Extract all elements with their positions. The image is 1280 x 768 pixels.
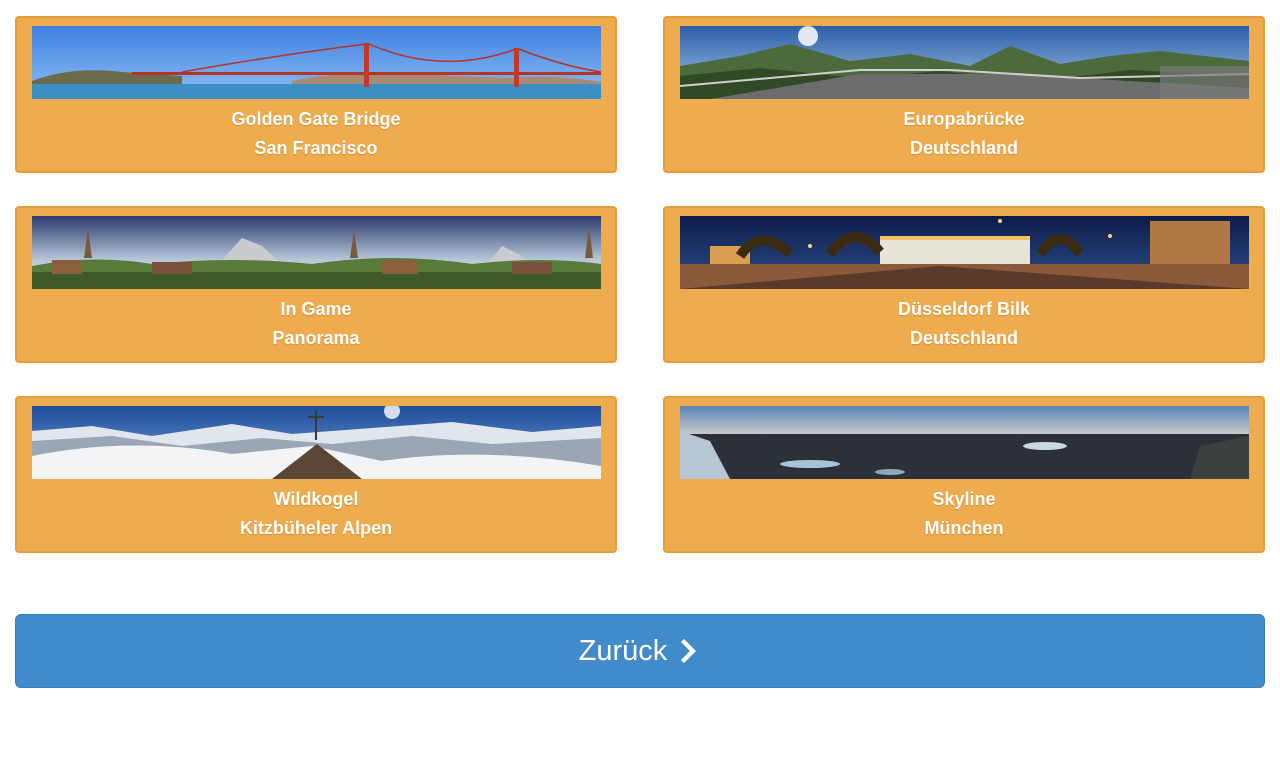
panorama-title: Europabrücke <box>903 109 1025 129</box>
panorama-thumbnail-in-game <box>32 216 601 289</box>
panorama-title: Skyline <box>932 489 996 509</box>
back-button[interactable]: Zurück <box>15 614 1265 688</box>
panorama-thumbnail-wildkogel <box>32 406 601 479</box>
panorama-subtitle: Deutschland <box>909 328 1019 348</box>
panorama-title: Düsseldorf Bilk <box>897 299 1031 319</box>
panorama-title: In Game <box>280 299 352 319</box>
panorama-thumbnail-skyline-muenchen <box>680 406 1249 479</box>
panorama-grid: Golden Gate Bridge San Francisco Europab… <box>15 16 1265 553</box>
panorama-card-duesseldorf-bilk[interactable]: Düsseldorf Bilk Deutschland <box>663 206 1265 363</box>
page: Golden Gate Bridge San Francisco Europab… <box>0 0 1280 768</box>
panorama-card-europabruecke[interactable]: Europabrücke Deutschland <box>663 16 1265 173</box>
panorama-subtitle: Kitzbüheler Alpen <box>239 518 393 538</box>
panorama-card-skyline-muenchen[interactable]: Skyline München <box>663 396 1265 553</box>
panorama-subtitle: San Francisco <box>254 138 378 158</box>
panorama-thumbnail-duesseldorf-bilk <box>680 216 1249 289</box>
panorama-card-in-game[interactable]: In Game Panorama <box>15 206 617 363</box>
panorama-thumbnail-golden-gate <box>32 26 601 99</box>
chevron-right-icon <box>679 636 701 666</box>
panorama-thumbnail-europabruecke <box>680 26 1249 99</box>
panorama-title: Golden Gate Bridge <box>231 109 401 129</box>
panorama-card-golden-gate[interactable]: Golden Gate Bridge San Francisco <box>15 16 617 173</box>
panorama-card-wildkogel[interactable]: Wildkogel Kitzbüheler Alpen <box>15 396 617 553</box>
panorama-subtitle: Deutschland <box>909 138 1019 158</box>
panorama-subtitle: München <box>924 518 1004 538</box>
back-button-label: Zurück <box>578 635 668 667</box>
panorama-title: Wildkogel <box>273 489 359 509</box>
panorama-subtitle: Panorama <box>272 328 360 348</box>
